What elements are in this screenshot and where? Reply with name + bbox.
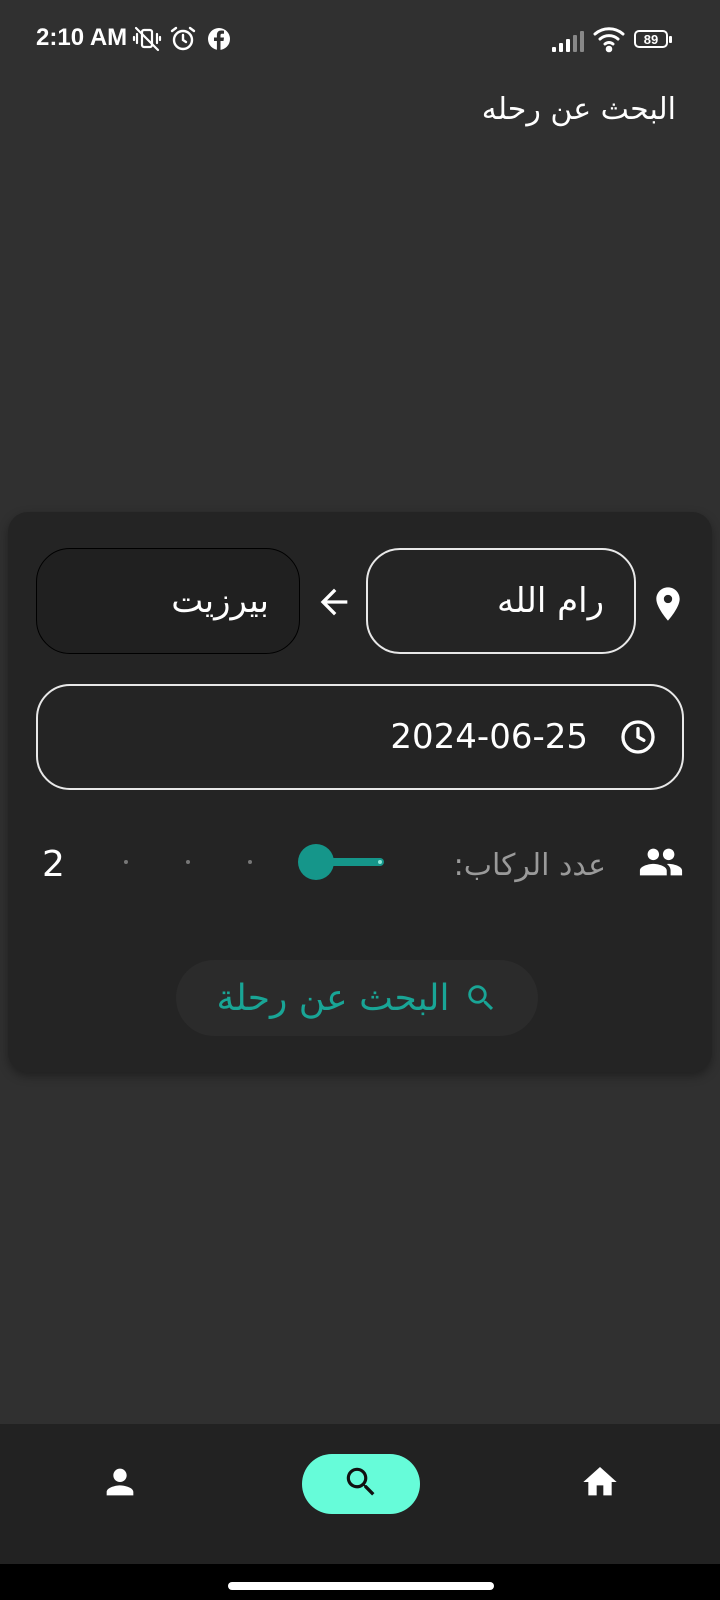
arrow-left-icon xyxy=(314,582,354,622)
slider-thumb[interactable] xyxy=(298,844,334,880)
search-form-card: رام الله بيرزيت 2024-06-25 عدد الركاب: 2… xyxy=(8,512,712,1072)
passengers-label: عدد الركاب: xyxy=(453,848,606,883)
status-bar: 2:10 AM 89 xyxy=(0,0,720,84)
date-field[interactable]: 2024-06-25 xyxy=(36,684,684,790)
wifi-icon xyxy=(592,24,626,58)
passengers-slider[interactable] xyxy=(108,832,408,892)
battery-icon: 89 xyxy=(634,30,674,50)
clock-icon xyxy=(618,717,658,757)
facebook-icon xyxy=(204,24,234,54)
nav-profile[interactable] xyxy=(96,1454,144,1514)
from-location-field[interactable]: رام الله xyxy=(366,548,636,654)
bottom-navigation xyxy=(0,1424,720,1564)
people-icon xyxy=(638,845,684,879)
search-trip-button-label: البحث عن رحلة xyxy=(216,977,450,1019)
search-icon xyxy=(464,981,498,1015)
passengers-count: 2 xyxy=(42,844,65,885)
alarm-icon xyxy=(168,24,198,54)
page-title: البحث عن رحله xyxy=(481,92,676,127)
search-trip-button[interactable]: البحث عن رحلة xyxy=(176,960,538,1036)
slider-tick xyxy=(186,860,190,864)
battery-level: 89 xyxy=(643,31,659,47)
status-time: 2:10 AM xyxy=(36,24,128,51)
person-icon xyxy=(100,1462,140,1506)
to-location-value: بيرزيت xyxy=(171,581,269,621)
location-pin-icon xyxy=(648,582,688,626)
slider-tick xyxy=(124,860,128,864)
slider-tick xyxy=(378,860,382,864)
from-location-value: رام الله xyxy=(496,581,604,621)
home-icon xyxy=(580,1462,620,1506)
slider-tick xyxy=(248,860,252,864)
nav-search[interactable] xyxy=(302,1454,420,1514)
signal-icon xyxy=(552,28,586,52)
date-value: 2024-06-25 xyxy=(390,717,588,757)
to-location-field[interactable]: بيرزيت xyxy=(36,548,300,654)
search-icon xyxy=(342,1463,380,1505)
nav-home[interactable] xyxy=(576,1454,624,1514)
gesture-handle[interactable] xyxy=(228,1582,494,1590)
mute-vibrate-icon xyxy=(132,24,162,54)
